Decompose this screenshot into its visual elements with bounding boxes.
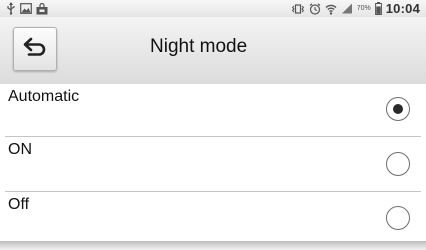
header-bar: Night mode [0,17,426,84]
radio-automatic[interactable] [386,97,410,121]
vibrate-icon [291,3,305,14]
usb-icon [6,2,16,15]
signal-icon [341,3,353,14]
battery-percent: 70% [356,5,371,12]
back-button[interactable] [13,27,57,71]
page-title: Night mode [150,36,248,57]
bag-icon [36,2,48,15]
back-arrow-icon [21,36,49,63]
status-clock: 10:04 [385,1,420,16]
option-automatic[interactable]: Automatic [0,84,426,136]
status-bar: 70% 10:04 [0,0,426,17]
option-label: Automatic [8,88,80,105]
image-icon [20,3,32,14]
wifi-icon [325,3,337,15]
radio-off[interactable] [386,206,410,230]
option-label: ON [8,141,32,158]
option-off[interactable]: Off [0,192,426,241]
notification-icons [6,1,48,16]
radio-on[interactable] [386,152,410,176]
bottom-shadow [0,241,426,250]
option-on[interactable]: ON [0,137,426,191]
battery-icon [374,2,382,15]
system-icons: 70% 10:04 [291,0,420,17]
alarm-icon [309,2,321,15]
option-label: Off [8,196,30,213]
